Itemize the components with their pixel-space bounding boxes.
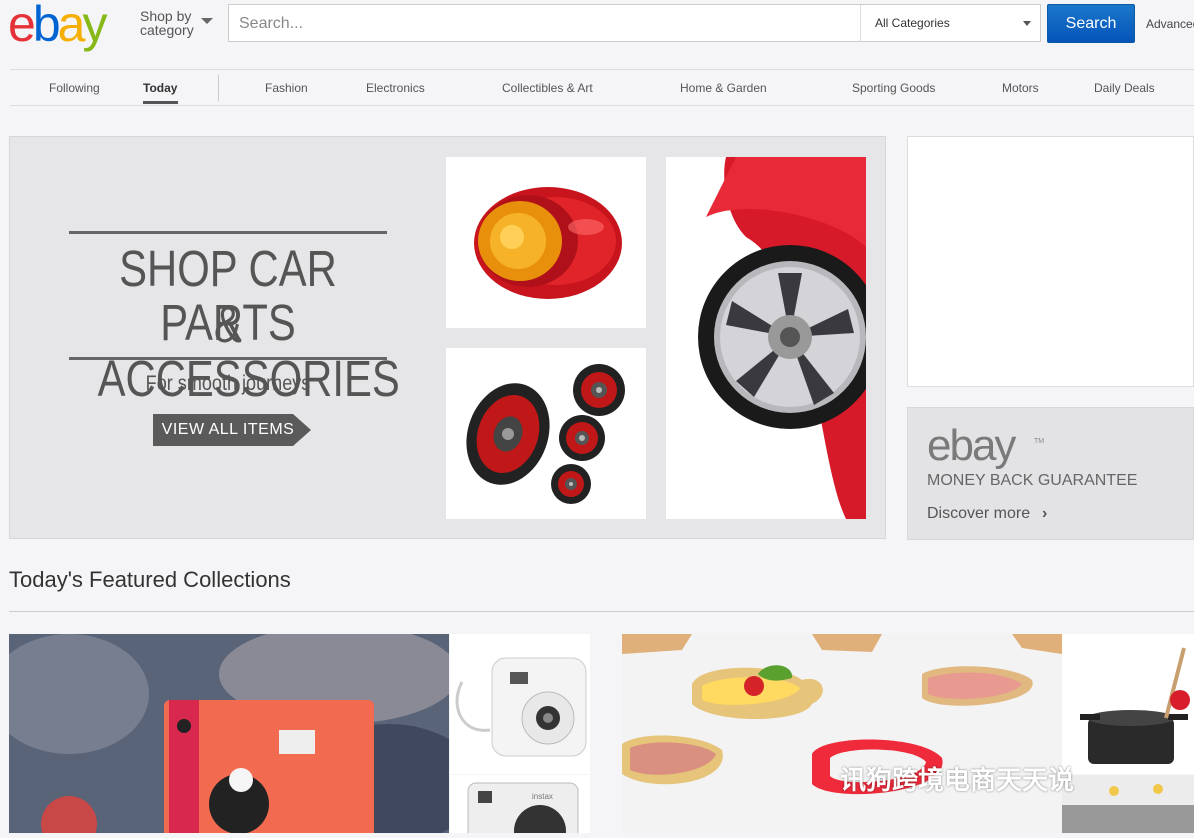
- logo-letter-e: e: [8, 0, 36, 52]
- nav-separator: [218, 75, 219, 101]
- chevron-right-icon: ›: [1042, 505, 1048, 522]
- nav-motors[interactable]: Motors: [1002, 81, 1039, 95]
- category-select[interactable]: All Categories: [860, 5, 1041, 41]
- chevron-down-icon: [201, 18, 213, 24]
- tail-light-image[interactable]: [446, 157, 646, 328]
- nav-electronics[interactable]: Electronics: [366, 81, 425, 95]
- pot-with-red-figure-image[interactable]: [1062, 634, 1194, 774]
- nav-divider-top: [10, 69, 1194, 70]
- watermark-text: 讯狗跨境电商天天说: [840, 766, 1075, 796]
- nav-collectibles-art[interactable]: Collectibles & Art: [502, 81, 593, 95]
- nav-divider-bottom: [10, 105, 1194, 106]
- speakers-image[interactable]: [446, 348, 646, 519]
- svg-text:instax: instax: [532, 792, 553, 801]
- category-label: category: [140, 22, 194, 38]
- featured-divider: [9, 611, 1194, 612]
- trademark-mark: TM: [1034, 438, 1045, 445]
- kitchen-figures-image[interactable]: [1062, 775, 1194, 833]
- hero-rule-bottom: [69, 357, 387, 360]
- search-button[interactable]: Search: [1047, 4, 1135, 43]
- active-tab-indicator: [143, 101, 178, 104]
- hero-subtitle: For smooth journeys: [145, 372, 311, 395]
- silver-instant-camera-image[interactable]: instax: [450, 775, 590, 833]
- nav-home-garden[interactable]: Home & Garden: [680, 81, 767, 95]
- logo-letter-b: b: [32, 0, 61, 52]
- ad-placeholder: [907, 136, 1194, 387]
- shop-by-category-button[interactable]: Shop by category: [140, 9, 220, 37]
- view-all-items-button[interactable]: VIEW ALL ITEMS: [153, 414, 311, 446]
- guarantee-title: MONEY BACK GUARANTEE: [927, 472, 1138, 489]
- featured-collections-heading: Today's Featured Collections: [9, 567, 291, 592]
- nav-daily-deals[interactable]: Daily Deals: [1094, 81, 1155, 95]
- ebay-logo[interactable]: ebay: [8, 0, 128, 49]
- car-wheel-image[interactable]: [666, 157, 866, 519]
- ebay-guarantee-logo: ebay: [927, 421, 1016, 470]
- chevron-down-icon: [1023, 21, 1031, 26]
- advanced-search-link[interactable]: Advanced: [1146, 17, 1194, 31]
- view-all-items-label: VIEW ALL ITEMS: [161, 421, 295, 438]
- search-bar: All Categories: [228, 4, 1041, 43]
- instant-camera-collection-image[interactable]: [9, 634, 449, 833]
- hero-rule-top: [69, 231, 387, 234]
- white-instant-camera-image[interactable]: [450, 634, 590, 774]
- logo-letter-y: y: [82, 0, 107, 52]
- nav-following[interactable]: Following: [49, 81, 100, 95]
- nav-fashion[interactable]: Fashion: [265, 81, 308, 95]
- search-input[interactable]: [229, 5, 871, 43]
- logo-letter-a: a: [57, 0, 86, 52]
- nav-today[interactable]: Today: [143, 81, 177, 95]
- nav-sporting-goods[interactable]: Sporting Goods: [852, 81, 935, 95]
- category-select-value: All Categories: [875, 16, 950, 30]
- discover-more-link[interactable]: Discover more: [927, 505, 1030, 523]
- pig-shaped-food-collection-image[interactable]: [622, 634, 1062, 833]
